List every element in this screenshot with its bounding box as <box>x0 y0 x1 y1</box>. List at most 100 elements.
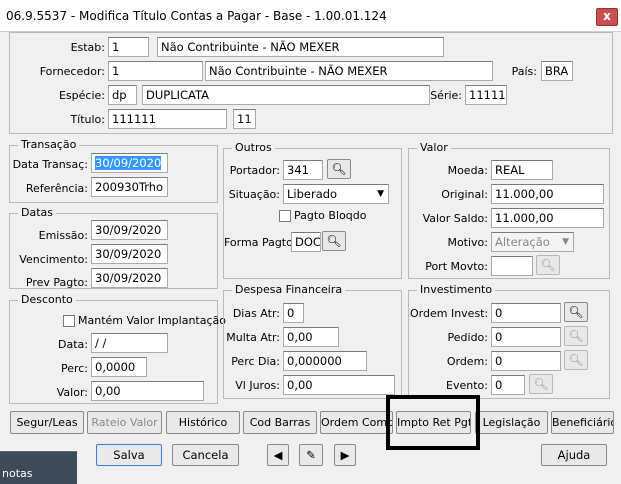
vl-juros-input[interactable]: 0,00 <box>283 375 395 395</box>
fornecedor-code-input[interactable]: 1 <box>108 61 203 81</box>
mantem-valor-checkbox[interactable] <box>63 315 75 327</box>
dias-atr-label: Dias Atr: <box>232 307 280 320</box>
chevron-down-icon: ▼ <box>377 189 384 199</box>
desconto-perc-label: Perc: <box>60 362 88 375</box>
estab-code-input[interactable]: 1 <box>108 37 149 57</box>
edit-pencil-icon[interactable]: ✎ <box>299 444 323 466</box>
referencia-input[interactable]: 200930Trho <box>91 177 168 197</box>
vencimento-input[interactable]: 30/09/2020 <box>91 244 168 264</box>
next-icon[interactable]: ▶ <box>334 444 356 466</box>
tab-ordem-compr[interactable]: Ordem Compr <box>320 411 393 434</box>
desconto-valor-label: Valor: <box>56 386 88 399</box>
transacao-legend: Transação <box>18 138 80 151</box>
cancela-button[interactable]: Cancela <box>172 444 239 466</box>
ordem-label: Ordem: <box>446 355 488 368</box>
taskbar-label: notas <box>2 467 33 480</box>
desconto-data-input[interactable]: / / <box>91 333 168 353</box>
evento-label: Evento: <box>446 379 488 392</box>
portador-search-icon[interactable]: 🔍︎ <box>327 159 351 179</box>
original-input[interactable]: 11.000,00 <box>491 184 604 204</box>
motivo-label: Motivo: <box>447 236 488 249</box>
multa-atr-label: Multa Atr: <box>226 331 280 344</box>
ordem-invest-input[interactable]: 0 <box>491 303 561 323</box>
tab-legislacao[interactable]: Legislação <box>475 411 548 434</box>
pedido-input[interactable]: 0 <box>491 327 561 347</box>
titulo-label: Título: <box>70 113 105 126</box>
perc-dia-input[interactable]: 0,000000 <box>283 351 367 371</box>
window-title: 06.9.5537 - Modifica Título Contas a Pag… <box>6 9 387 23</box>
motivo-value: Alteração <box>495 235 550 249</box>
salva-button[interactable]: Salva <box>96 444 162 466</box>
fornecedor-name-field: Não Contribuinte - NÃO MEXER <box>205 61 493 81</box>
port-movto-search-icon[interactable]: 🔍︎ <box>536 255 560 275</box>
despesa-legend: Despesa Financeira <box>232 283 346 296</box>
pedido-search-icon[interactable]: 🔍︎ <box>564 326 588 346</box>
evento-search-icon[interactable]: 🔍︎ <box>529 374 553 394</box>
prev-pagto-label: Prev Pagto: <box>25 276 88 289</box>
data-transacao-value: 30/09/2020 <box>95 156 162 170</box>
data-transacao-label: Data Transaç: <box>12 158 88 171</box>
ordem-input[interactable]: 0 <box>491 351 561 371</box>
portador-label: Portador: <box>229 164 280 177</box>
forma-pagto-input[interactable]: DOC <box>291 232 321 252</box>
situacao-label: Situação: <box>228 188 280 201</box>
pais-field[interactable]: BRA <box>541 61 573 81</box>
investimento-legend: Investimento <box>417 283 496 296</box>
valor-saldo-input[interactable]: 11.000,00 <box>491 208 604 228</box>
pagto-bloqdo-checkbox[interactable] <box>279 210 291 222</box>
pais-label: País: <box>511 65 537 78</box>
emissao-input[interactable]: 30/09/2020 <box>91 220 168 240</box>
valor-saldo-label: Valor Saldo: <box>422 212 488 225</box>
tab-segur-leas[interactable]: Segur/Leas <box>10 411 84 434</box>
estab-name-field: Não Contribuinte - NÃO MEXER <box>157 37 444 57</box>
valor-legend: Valor <box>417 141 451 154</box>
moeda-input[interactable]: REAL <box>491 160 553 180</box>
ordem-invest-label: Ordem Invest: <box>410 307 489 320</box>
port-movto-label: Port Movto: <box>425 260 488 273</box>
situacao-value: Liberado <box>287 187 338 201</box>
tab-cod-barras[interactable]: Cod Barras <box>243 411 317 434</box>
pedido-label: Pedido: <box>447 331 488 344</box>
estab-label: Estab: <box>70 41 105 54</box>
tab-rateio-valor[interactable]: Rateio Valor <box>87 411 162 434</box>
serie-input[interactable]: 11111 <box>465 85 507 105</box>
especie-code-input[interactable]: dp <box>108 85 137 105</box>
dias-atr-input[interactable]: 0 <box>283 303 304 323</box>
mantem-valor-label: Mantém Valor Implantação <box>78 314 226 327</box>
desconto-perc-input[interactable]: 0,0000 <box>91 357 147 377</box>
portador-input[interactable]: 341 <box>283 160 323 180</box>
data-transacao-input[interactable]: 30/09/2020 <box>91 153 168 173</box>
vl-juros-label: Vl Juros: <box>235 379 280 392</box>
multa-atr-input[interactable]: 0,00 <box>283 327 339 347</box>
motivo-select[interactable]: Alteração ▼ <box>491 232 574 252</box>
titulo-input[interactable]: 111111 <box>108 109 227 129</box>
especie-label: Espécie: <box>58 89 105 102</box>
forma-pagto-search-icon[interactable]: 🔍︎ <box>322 231 346 251</box>
close-icon[interactable]: x <box>596 8 618 26</box>
taskbar-item[interactable]: notas <box>0 451 77 484</box>
pagto-bloqdo-label: Pagto Bloqdo <box>294 209 367 222</box>
vencimento-label: Vencimento: <box>19 253 88 266</box>
prev-pagto-input[interactable]: 30/09/2020 <box>91 268 168 288</box>
tab-beneficiario[interactable]: Beneficiário <box>551 411 614 434</box>
ordem-search-icon[interactable]: 🔍︎ <box>564 350 588 370</box>
emissao-label: Emissão: <box>38 229 88 242</box>
title-bar: 06.9.5537 - Modifica Título Contas a Pag… <box>0 0 621 32</box>
especie-name-field: DUPLICATA <box>142 85 430 105</box>
serie-label: Série: <box>430 89 462 102</box>
referencia-label: Referência: <box>25 182 88 195</box>
situacao-select[interactable]: Liberado ▼ <box>283 184 389 204</box>
highlight-box <box>386 395 480 450</box>
evento-input[interactable]: 0 <box>491 375 525 395</box>
desconto-legend: Desconto <box>18 293 76 306</box>
port-movto-input[interactable] <box>491 256 533 276</box>
ajuda-button[interactable]: Ajuda <box>541 444 607 466</box>
fornecedor-label: Fornecedor: <box>39 65 105 78</box>
original-label: Original: <box>441 188 488 201</box>
tab-historico[interactable]: Histórico <box>166 411 240 434</box>
datas-legend: Datas <box>18 206 56 219</box>
parcela-input[interactable]: 11 <box>233 109 256 129</box>
desconto-valor-input[interactable]: 0,00 <box>91 381 204 401</box>
ordem-invest-search-icon[interactable]: 🔍︎ <box>564 302 588 322</box>
previous-icon[interactable]: ◀ <box>267 444 289 466</box>
